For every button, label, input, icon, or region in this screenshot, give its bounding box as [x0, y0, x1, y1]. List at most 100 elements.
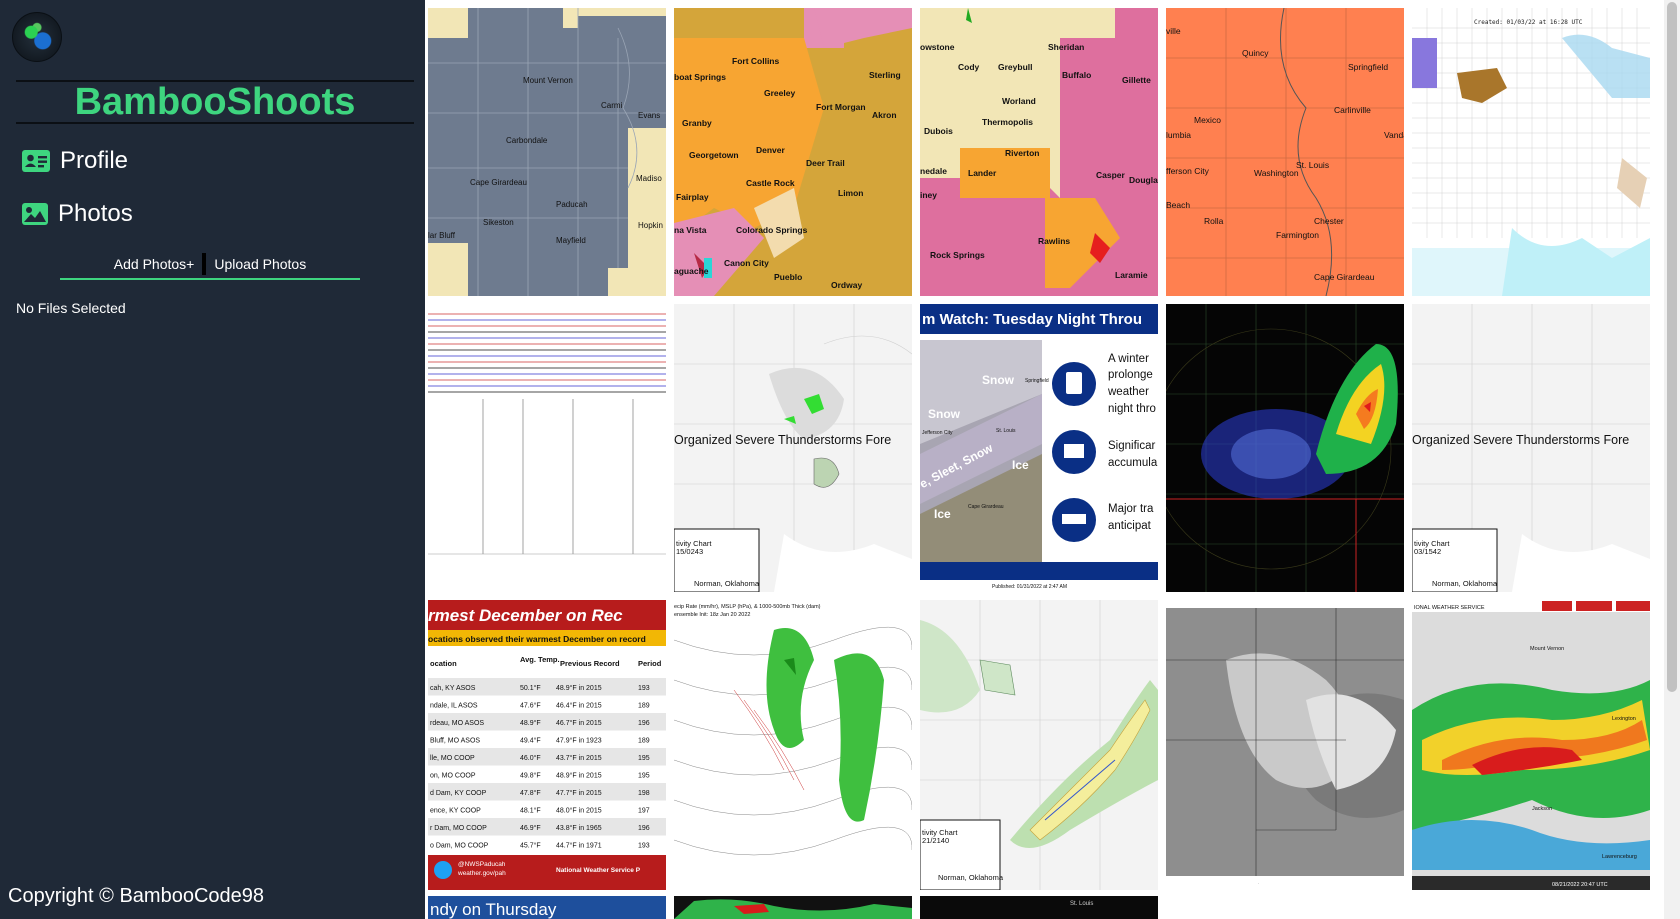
map-label: Springfield — [1025, 378, 1049, 384]
photo-thumbnail[interactable]: Mount Vernon Carmi Evans Carbondale Madi… — [428, 8, 666, 296]
map-label: Casper — [1096, 170, 1126, 180]
nws-header: IONAL WEATHER SERVICE — [1414, 605, 1485, 611]
upload-photos-button[interactable]: Upload Photos — [206, 254, 314, 274]
add-photos-button[interactable]: Add Photos+ — [106, 254, 203, 274]
map-label: Akron — [872, 110, 897, 120]
table-cell: on, MO COOP — [430, 773, 476, 780]
photo-thumbnail[interactable]: . — [1166, 600, 1404, 890]
photo-thumbnail[interactable]: Created: 01/03/22 at 16:28 UTC — [1412, 8, 1650, 296]
chart-label: 15/0243 — [676, 547, 703, 556]
map-label: Sheridan — [1048, 42, 1084, 52]
photo-thumbnail[interactable]: rmest December on Rec ocations observed … — [428, 600, 666, 890]
map-label: Lawrenceburg — [1602, 854, 1637, 860]
nav-photos-label: Photos — [58, 200, 133, 227]
table-cell: 195 — [638, 773, 650, 780]
map-label: Ice — [1012, 458, 1029, 472]
table-cell: o Dam, MO COOP — [430, 843, 489, 850]
table-cell: 196 — [638, 825, 650, 832]
nav-profile-label: Profile — [60, 147, 129, 174]
map-label: lar Bluff — [428, 231, 456, 240]
map-label: owstone — [920, 42, 955, 52]
photo-thumbnail[interactable] — [1166, 304, 1404, 592]
watch-text: weather — [1107, 386, 1149, 398]
photo-thumbnail[interactable]: Organized Severe Thunderstorms Fore tivi… — [674, 304, 912, 592]
table-cell: 47.7°F in 2015 — [556, 789, 602, 797]
map-label: Mount Vernon — [1530, 646, 1564, 652]
sidebar: BambooShoots Profile Photos Add Photos+ … — [0, 0, 425, 919]
id-card-icon — [22, 150, 50, 172]
photo-thumbnail[interactable] — [674, 896, 912, 919]
map-label: Farmington — [1276, 230, 1319, 240]
map-label: fferson City — [1166, 166, 1210, 176]
table-banner: rmest December on Rec — [428, 606, 623, 625]
table-cell: 47.9°F in 1923 — [556, 737, 602, 745]
nav-item-photos[interactable]: Photos — [22, 200, 133, 228]
table-cell: 47.6°F — [520, 702, 541, 710]
photo-thumbnail[interactable] — [428, 304, 666, 592]
photo-thumbnail[interactable]: Fort Collins boat Springs Greeley Sterli… — [674, 8, 912, 296]
table-cell: 48.9°F in 2015 — [556, 772, 602, 780]
map-label: Dubois — [924, 126, 953, 136]
map-label: Buffalo — [1062, 70, 1091, 80]
map-label: Canon City — [724, 258, 769, 268]
map-label: Chester — [1314, 216, 1344, 226]
map-label: Colorado Springs — [736, 225, 808, 235]
file-status-text: No Files Selected — [16, 300, 126, 316]
avatar[interactable] — [12, 12, 62, 62]
map-label: na Vista — [674, 225, 707, 235]
watch-text: accumula — [1108, 457, 1158, 469]
table-cell: Bluff, MO ASOS — [430, 738, 480, 745]
photo-thumbnail[interactable]: St. Louis — [920, 896, 1158, 919]
map-label: Ordway — [831, 280, 862, 290]
photo-thumbnail[interactable]: ecip Rate (mm/hr), MSLP (hPa), & 1000-50… — [674, 600, 912, 890]
photo-thumbnail[interactable]: tivity Chart 21/2140 Norman, Oklahoma — [920, 600, 1158, 890]
social-handle: @NWSPaducah — [458, 861, 506, 868]
photo-thumbnail[interactable]: m Watch: Tuesday Night Throu A winter pr… — [920, 304, 1158, 592]
photo-thumbnail[interactable]: ville Quincy Springfield Mexico Carlinvi… — [1166, 8, 1404, 296]
brand-divider-bottom — [16, 122, 414, 124]
photo-thumbnail[interactable]: ndy on Thursday — [428, 896, 666, 919]
map-label: Evans — [638, 111, 660, 120]
table-cell: 48.0°F in 2015 — [556, 807, 602, 815]
map-label: Deer Trail — [806, 158, 845, 168]
table-subtitle: ocations observed their warmest December… — [428, 634, 646, 644]
nav-item-profile[interactable]: Profile — [22, 147, 128, 175]
footer-org: National Weather Service P — [556, 867, 641, 874]
table-cell: r Dam, MO COOP — [430, 825, 487, 832]
map-label: Riverton — [1005, 148, 1039, 158]
watch-text: night thro — [1108, 403, 1156, 415]
model-title: ecip Rate (mm/hr), MSLP (hPa), & 1000-50… — [674, 604, 821, 610]
banner-text: ndy on Thursday — [430, 900, 557, 919]
svg-text:.: . — [1258, 880, 1259, 885]
map-label: Pueblo — [774, 272, 802, 282]
map-label: Rolla — [1204, 216, 1224, 226]
map-label: Cape Girardeau — [470, 178, 527, 187]
map-label: Greybull — [998, 62, 1032, 72]
photo-thumbnail[interactable]: owstone Sheridan Cody Greybull Buffalo G… — [920, 8, 1158, 296]
model-subtitle: ensemble Init: 18z Jan 20 2022 — [674, 612, 750, 618]
table-cell: 48.1°F — [520, 807, 541, 815]
table-cell: d Dam, KY COOP — [430, 790, 487, 797]
table-cell: lle, MO COOP — [430, 755, 475, 762]
table-cell: 46.4°F in 2015 — [556, 702, 602, 710]
map-label: Fairplay — [676, 192, 709, 202]
watch-title: m Watch: Tuesday Night Throu — [922, 311, 1142, 328]
map-label: Rock Springs — [930, 250, 985, 260]
table-cell: 46.0°F — [520, 754, 541, 762]
photo-thumbnail[interactable]: Organized Severe Thunderstorms Fore tivi… — [1412, 304, 1650, 592]
watch-text: anticipat — [1108, 520, 1152, 532]
watch-text: prolonge — [1108, 369, 1153, 381]
brand-title[interactable]: BambooShoots — [16, 80, 414, 124]
map-label: Snow — [982, 373, 1015, 387]
table-cell: 193 — [638, 685, 650, 692]
map-label: Lander — [968, 168, 997, 178]
map-label: Mexico — [1194, 115, 1221, 125]
map-label: Worland — [1002, 96, 1036, 106]
map-label: Granby — [682, 118, 712, 128]
gallery-scrollbar-thumb[interactable] — [1667, 2, 1677, 692]
photo-thumbnail[interactable]: IONAL WEATHER SERVICE Mount Vernon Lexin… — [1412, 600, 1650, 890]
watch-text: A winter — [1108, 353, 1149, 365]
table-cell: cah, KY ASOS — [430, 685, 476, 692]
chart-label: Norman, Oklahoma — [938, 873, 1004, 882]
map-label: Thermopolis — [982, 117, 1033, 127]
